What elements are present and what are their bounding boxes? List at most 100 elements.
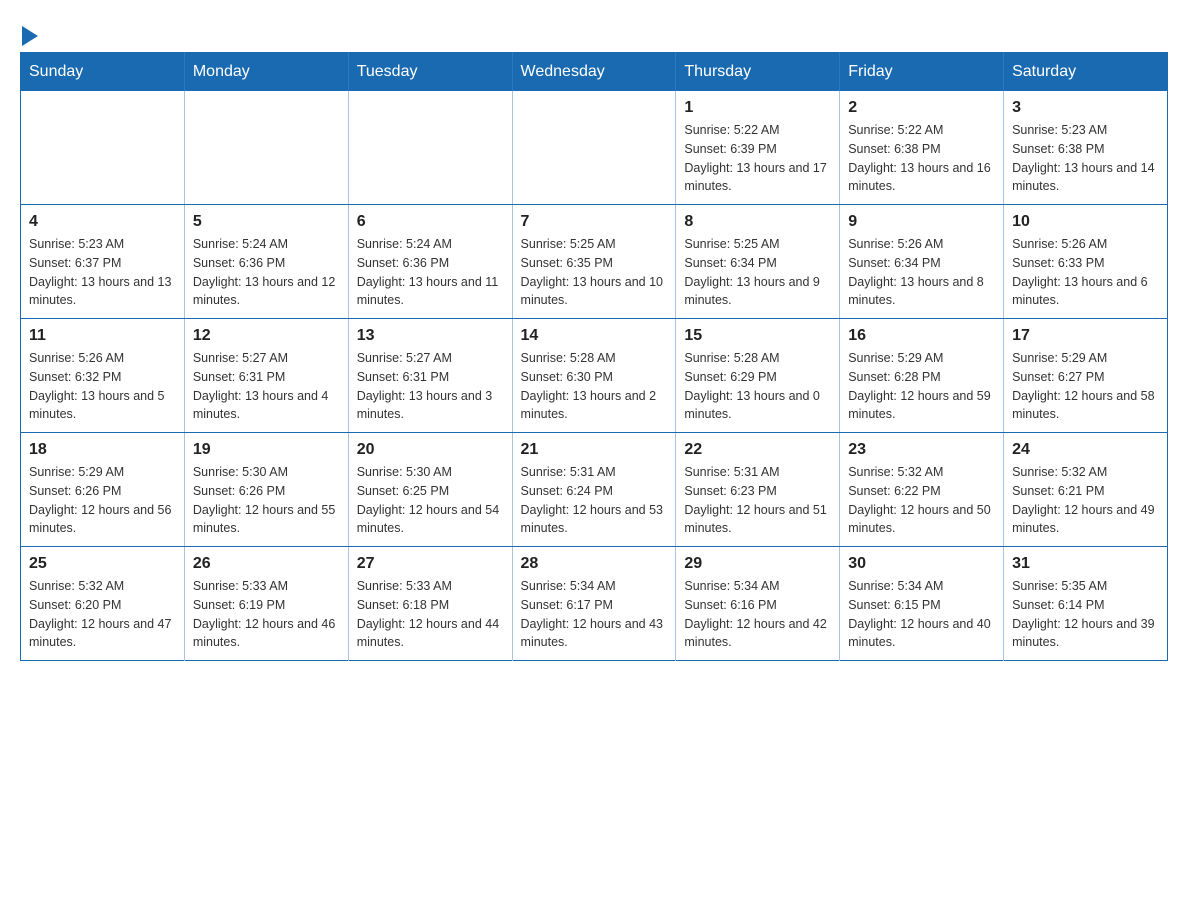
calendar-cell: 15 Sunrise: 5:28 AMSunset: 6:29 PMDayligh… xyxy=(676,319,840,433)
day-number: 14 xyxy=(521,327,668,345)
calendar-cell: 9 Sunrise: 5:26 AMSunset: 6:34 PMDaylight… xyxy=(840,205,1004,319)
day-info: Sunrise: 5:28 AMSunset: 6:29 PMDaylight:… xyxy=(684,349,831,424)
calendar-week-row: 4Sunrise: 5:23 AMSunset: 6:37 PMDaylight… xyxy=(21,205,1168,319)
day-info: Sunrise: 5:28 AMSunset: 6:30 PMDaylight:… xyxy=(521,349,668,424)
day-info: Sunrise: 5:33 AMSunset: 6:19 PMDaylight:… xyxy=(193,577,340,652)
calendar-cell: 3Sunrise: 5:23 AMSunset: 6:38 PMDaylight… xyxy=(1004,91,1168,205)
day-number: 7 xyxy=(521,213,668,231)
weekday-header-thursday: Thursday xyxy=(676,53,840,92)
day-number: 26 xyxy=(193,555,340,573)
day-info: Sunrise: 5:32 AMSunset: 6:20 PMDaylight:… xyxy=(29,577,176,652)
calendar-cell: 30 Sunrise: 5:34 AMSunset: 6:15 PMDayligh… xyxy=(840,547,1004,661)
calendar-cell xyxy=(348,91,512,205)
day-number: 18 xyxy=(29,441,176,459)
calendar-cell: 12Sunrise: 5:27 AMSunset: 6:31 PMDayligh… xyxy=(184,319,348,433)
day-number: 30 xyxy=(848,555,995,573)
day-number: 10 xyxy=(1012,213,1159,231)
day-info: Sunrise: 5:29 AMSunset: 6:27 PMDaylight:… xyxy=(1012,349,1159,424)
page-header xyxy=(20,20,1168,42)
day-number: 2 xyxy=(848,99,995,117)
day-info: Sunrise: 5:27 AMSunset: 6:31 PMDaylight:… xyxy=(193,349,340,424)
calendar-cell: 14 Sunrise: 5:28 AMSunset: 6:30 PMDayligh… xyxy=(512,319,676,433)
calendar-cell: 1Sunrise: 5:22 AMSunset: 6:39 PMDaylight… xyxy=(676,91,840,205)
weekday-header-saturday: Saturday xyxy=(1004,53,1168,92)
day-info: Sunrise: 5:24 AMSunset: 6:36 PMDaylight:… xyxy=(357,235,504,310)
day-number: 16 xyxy=(848,327,995,345)
day-number: 23 xyxy=(848,441,995,459)
calendar-cell: 10 Sunrise: 5:26 AMSunset: 6:33 PMDayligh… xyxy=(1004,205,1168,319)
calendar-week-row: 18 Sunrise: 5:29 AMSunset: 6:26 PMDayligh… xyxy=(21,433,1168,547)
day-number: 6 xyxy=(357,213,504,231)
calendar-cell: 17 Sunrise: 5:29 AMSunset: 6:27 PMDayligh… xyxy=(1004,319,1168,433)
calendar-cell: 27 Sunrise: 5:33 AMSunset: 6:18 PMDayligh… xyxy=(348,547,512,661)
calendar-week-row: 25 Sunrise: 5:32 AMSunset: 6:20 PMDayligh… xyxy=(21,547,1168,661)
calendar-week-row: 1Sunrise: 5:22 AMSunset: 6:39 PMDaylight… xyxy=(21,91,1168,205)
day-number: 29 xyxy=(684,555,831,573)
calendar-cell: 8Sunrise: 5:25 AMSunset: 6:34 PMDaylight… xyxy=(676,205,840,319)
calendar-cell: 7 Sunrise: 5:25 AMSunset: 6:35 PMDaylight… xyxy=(512,205,676,319)
weekday-header-sunday: Sunday xyxy=(21,53,185,92)
day-number: 9 xyxy=(848,213,995,231)
day-info: Sunrise: 5:22 AMSunset: 6:38 PMDaylight:… xyxy=(848,121,995,196)
day-number: 3 xyxy=(1012,99,1159,117)
day-info: Sunrise: 5:27 AMSunset: 6:31 PMDaylight:… xyxy=(357,349,504,424)
calendar-header-row: SundayMondayTuesdayWednesdayThursdayFrid… xyxy=(21,53,1168,92)
calendar-cell: 2 Sunrise: 5:22 AMSunset: 6:38 PMDaylight… xyxy=(840,91,1004,205)
day-number: 5 xyxy=(193,213,340,231)
day-info: Sunrise: 5:33 AMSunset: 6:18 PMDaylight:… xyxy=(357,577,504,652)
calendar-cell: 6 Sunrise: 5:24 AMSunset: 6:36 PMDaylight… xyxy=(348,205,512,319)
day-info: Sunrise: 5:32 AMSunset: 6:21 PMDaylight:… xyxy=(1012,463,1159,538)
calendar-week-row: 11 Sunrise: 5:26 AMSunset: 6:32 PMDayligh… xyxy=(21,319,1168,433)
calendar-cell: 24 Sunrise: 5:32 AMSunset: 6:21 PMDayligh… xyxy=(1004,433,1168,547)
day-info: Sunrise: 5:26 AMSunset: 6:33 PMDaylight:… xyxy=(1012,235,1159,310)
calendar-cell: 28 Sunrise: 5:34 AMSunset: 6:17 PMDayligh… xyxy=(512,547,676,661)
day-number: 24 xyxy=(1012,441,1159,459)
calendar-cell: 11 Sunrise: 5:26 AMSunset: 6:32 PMDayligh… xyxy=(21,319,185,433)
calendar-cell xyxy=(512,91,676,205)
day-number: 27 xyxy=(357,555,504,573)
day-info: Sunrise: 5:34 AMSunset: 6:15 PMDaylight:… xyxy=(848,577,995,652)
weekday-header-monday: Monday xyxy=(184,53,348,92)
calendar-cell: 19Sunrise: 5:30 AMSunset: 6:26 PMDayligh… xyxy=(184,433,348,547)
day-number: 17 xyxy=(1012,327,1159,345)
day-number: 4 xyxy=(29,213,176,231)
day-info: Sunrise: 5:32 AMSunset: 6:22 PMDaylight:… xyxy=(848,463,995,538)
calendar-cell: 22Sunrise: 5:31 AMSunset: 6:23 PMDayligh… xyxy=(676,433,840,547)
day-info: Sunrise: 5:25 AMSunset: 6:35 PMDaylight:… xyxy=(521,235,668,310)
calendar-cell: 29 Sunrise: 5:34 AMSunset: 6:16 PMDayligh… xyxy=(676,547,840,661)
day-number: 20 xyxy=(357,441,504,459)
logo-arrow-icon xyxy=(22,26,38,46)
day-info: Sunrise: 5:26 AMSunset: 6:34 PMDaylight:… xyxy=(848,235,995,310)
calendar-cell xyxy=(21,91,185,205)
logo xyxy=(20,20,38,42)
day-info: Sunrise: 5:29 AMSunset: 6:26 PMDaylight:… xyxy=(29,463,176,538)
day-number: 21 xyxy=(521,441,668,459)
weekday-header-wednesday: Wednesday xyxy=(512,53,676,92)
day-info: Sunrise: 5:29 AMSunset: 6:28 PMDaylight:… xyxy=(848,349,995,424)
calendar-cell xyxy=(184,91,348,205)
day-info: Sunrise: 5:34 AMSunset: 6:16 PMDaylight:… xyxy=(684,577,831,652)
day-info: Sunrise: 5:25 AMSunset: 6:34 PMDaylight:… xyxy=(684,235,831,310)
day-number: 15 xyxy=(684,327,831,345)
day-number: 22 xyxy=(684,441,831,459)
day-number: 28 xyxy=(521,555,668,573)
calendar-cell: 20 Sunrise: 5:30 AMSunset: 6:25 PMDayligh… xyxy=(348,433,512,547)
calendar-cell: 16 Sunrise: 5:29 AMSunset: 6:28 PMDayligh… xyxy=(840,319,1004,433)
day-info: Sunrise: 5:31 AMSunset: 6:24 PMDaylight:… xyxy=(521,463,668,538)
day-info: Sunrise: 5:26 AMSunset: 6:32 PMDaylight:… xyxy=(29,349,176,424)
day-info: Sunrise: 5:22 AMSunset: 6:39 PMDaylight:… xyxy=(684,121,831,196)
weekday-header-friday: Friday xyxy=(840,53,1004,92)
day-number: 19 xyxy=(193,441,340,459)
day-number: 11 xyxy=(29,327,176,345)
calendar-cell: 5 Sunrise: 5:24 AMSunset: 6:36 PMDaylight… xyxy=(184,205,348,319)
calendar-cell: 26 Sunrise: 5:33 AMSunset: 6:19 PMDayligh… xyxy=(184,547,348,661)
day-number: 13 xyxy=(357,327,504,345)
calendar-cell: 23 Sunrise: 5:32 AMSunset: 6:22 PMDayligh… xyxy=(840,433,1004,547)
day-info: Sunrise: 5:30 AMSunset: 6:25 PMDaylight:… xyxy=(357,463,504,538)
day-info: Sunrise: 5:24 AMSunset: 6:36 PMDaylight:… xyxy=(193,235,340,310)
calendar-cell: 13 Sunrise: 5:27 AMSunset: 6:31 PMDayligh… xyxy=(348,319,512,433)
day-info: Sunrise: 5:34 AMSunset: 6:17 PMDaylight:… xyxy=(521,577,668,652)
calendar-cell: 25 Sunrise: 5:32 AMSunset: 6:20 PMDayligh… xyxy=(21,547,185,661)
calendar-cell: 18 Sunrise: 5:29 AMSunset: 6:26 PMDayligh… xyxy=(21,433,185,547)
day-number: 25 xyxy=(29,555,176,573)
